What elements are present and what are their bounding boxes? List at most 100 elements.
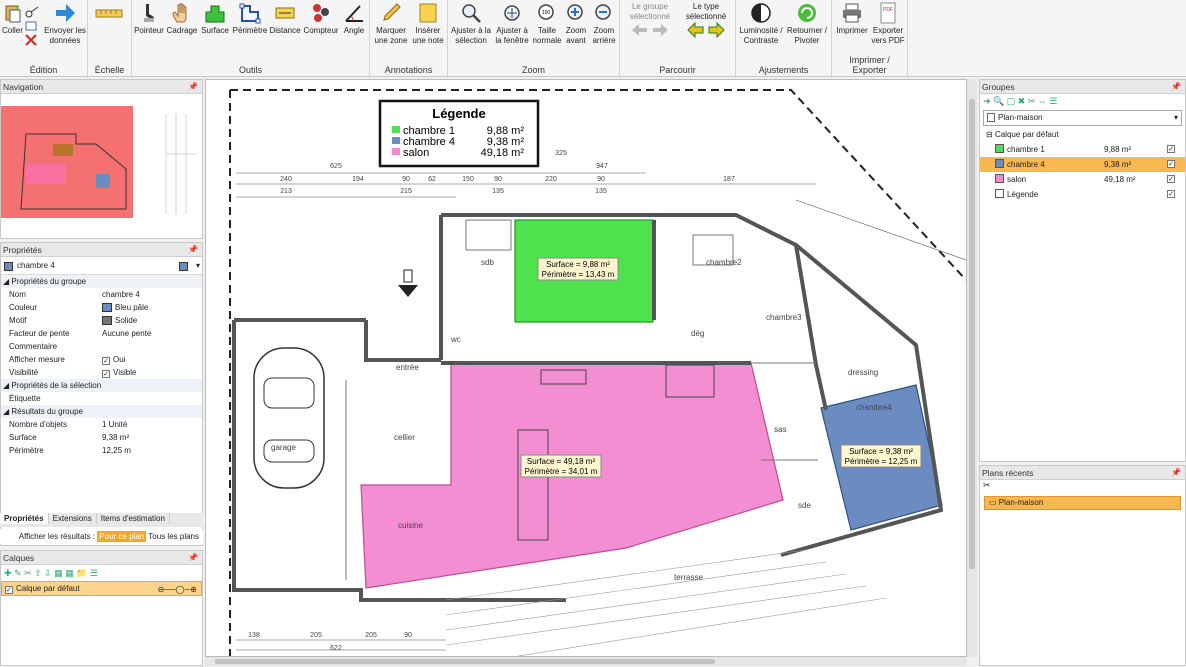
- browse-selected-type[interactable]: Le type sélectionné: [678, 2, 734, 41]
- mark-zone-button[interactable]: Marquer une zone: [372, 2, 410, 46]
- property-row[interactable]: Afficher mesure ✓ Oui: [1, 353, 202, 366]
- yellow-arrows-icon: [687, 21, 725, 39]
- legend-title: Légende: [432, 106, 485, 121]
- plan-canvas[interactable]: Légende chambre 1 9,88 m² chambre 4 9,38…: [205, 79, 967, 657]
- export-pdf-button[interactable]: PDF Exporter vers PDF: [870, 2, 906, 46]
- send-data-button[interactable]: Envoyer les données: [44, 2, 86, 46]
- navigation-thumbnail[interactable]: [1, 94, 202, 238]
- pin-icon[interactable]: 📌: [188, 243, 198, 257]
- pin-icon[interactable]: 📌: [1171, 466, 1181, 480]
- tab-estimation-items[interactable]: Items d'estimation: [97, 513, 170, 524]
- browse-selected-group[interactable]: Le groupe sélectionné: [622, 2, 678, 41]
- zoom-in-icon: [567, 4, 583, 20]
- surface-button[interactable]: Surface: [198, 2, 232, 36]
- property-row[interactable]: Étiquette: [1, 392, 202, 405]
- property-row[interactable]: Motif Solide: [1, 314, 202, 327]
- property-row[interactable]: Visibilité ✓ Visible: [1, 366, 202, 379]
- pan-button[interactable]: Cadrage: [166, 2, 198, 36]
- pin-icon[interactable]: 📌: [188, 551, 198, 565]
- results-this-plan-option[interactable]: Pour ce plan: [97, 531, 147, 542]
- pin-icon[interactable]: 📌: [188, 80, 198, 94]
- zoom-fit-window-icon: [504, 5, 520, 21]
- checkbox[interactable]: ✓: [1167, 160, 1175, 168]
- property-row[interactable]: Commentaire: [1, 340, 202, 353]
- pink-measure-label[interactable]: Surface = 49,18 m² Périmètre = 34,01 m: [520, 454, 602, 478]
- vertical-scrollbar[interactable]: [967, 79, 977, 657]
- scale-button[interactable]: [94, 8, 124, 23]
- checkbox[interactable]: ✓: [5, 586, 13, 594]
- plan-select[interactable]: Plan-maison ▾: [983, 110, 1182, 126]
- selected-object-name: chambre 4: [17, 261, 55, 270]
- blue-surface-text: Surface = 9,38 m²: [849, 447, 913, 456]
- counter-button[interactable]: Compteur: [302, 2, 340, 36]
- cut-copy-delete-tools[interactable]: [22, 6, 42, 49]
- ribbon-group-print-export: Imprimer PDF Exporter vers PDF Imprimer …: [832, 0, 908, 77]
- paste-button[interactable]: Coller: [2, 2, 23, 36]
- recent-plans-title: Plans récents 📌: [980, 466, 1185, 480]
- horizontal-scrollbar[interactable]: [205, 657, 967, 666]
- print-button[interactable]: Imprimer: [834, 2, 870, 36]
- blue-measure-label[interactable]: Surface = 9,38 m² Périmètre = 12,25 m: [840, 444, 922, 468]
- groups-toolbar[interactable]: ➜ 🔍 ▢ ✖ ✂ ⇔ ☰: [980, 94, 1185, 109]
- insert-note-label: Insérer une note: [412, 26, 444, 45]
- group-item[interactable]: Légende ✓: [980, 187, 1185, 202]
- angle-button[interactable]: Angle: [340, 2, 368, 36]
- fit-window-button[interactable]: Ajuster à la fenêtre: [492, 2, 532, 46]
- results-all-plans-option[interactable]: Tous les plans: [148, 532, 199, 541]
- insert-note-button[interactable]: Insérer une note: [410, 2, 446, 46]
- color-swatch[interactable]: [102, 303, 112, 312]
- property-row: Nom chambre 4: [9, 290, 140, 299]
- perimeter-button[interactable]: Périmètre: [232, 2, 268, 36]
- group-item[interactable]: chambre 1 9,88 m² ✓: [980, 142, 1185, 157]
- selected-object-dropdown[interactable]: chambre 4 ▾: [1, 257, 202, 275]
- layer-item[interactable]: ✓ Calque par défaut ⊖──◯─⊕: [1, 581, 202, 596]
- pin-icon[interactable]: 📌: [1171, 80, 1181, 94]
- checkbox[interactable]: ✓: [102, 357, 110, 365]
- floor-plan[interactable]: Légende chambre 1 9,88 m² chambre 4 9,38…: [206, 80, 967, 657]
- navigation-viewport[interactable]: [1, 106, 133, 218]
- flip-rotate-button[interactable]: Retourner / Pivoter: [784, 2, 830, 46]
- ribbon-group-browse: Le groupe sélectionné Le type sélectionn…: [620, 0, 736, 77]
- surface-label: Surface: [201, 26, 229, 35]
- recent-toolbar[interactable]: ✂: [980, 480, 1185, 494]
- perimeter-label: Périmètre: [232, 26, 268, 35]
- brightness-contrast-button[interactable]: Luminosité / Contraste: [738, 2, 784, 46]
- recent-plan-item[interactable]: ▭ Plan-maison: [984, 496, 1181, 510]
- results-scope: Afficher les résultats : Pour ce plan To…: [0, 529, 203, 544]
- chevron-down-icon[interactable]: ▾: [1174, 111, 1178, 125]
- tab-extensions[interactable]: Extensions: [49, 513, 97, 524]
- distance-button[interactable]: Distance: [268, 2, 302, 36]
- group-results-section[interactable]: ◢ Résultats du groupe: [1, 405, 202, 418]
- checkbox[interactable]: ✓: [1167, 190, 1175, 198]
- opacity-slider[interactable]: ⊖──◯─⊕: [158, 583, 197, 596]
- zoom-out-button[interactable]: Zoom arrière: [590, 2, 618, 46]
- zoom-in-button[interactable]: Zoom avant: [562, 2, 590, 46]
- checkbox[interactable]: ✓: [102, 370, 110, 378]
- properties-panel: Propriétés 📌 chambre 4 ▾ ◢ Propriétés du …: [0, 242, 203, 546]
- group-item[interactable]: salon 49,18 m² ✓: [980, 172, 1185, 187]
- selection-properties-section[interactable]: ◢ Propriétés de la sélection: [1, 379, 202, 392]
- checkbox[interactable]: ✓: [1167, 175, 1175, 183]
- group-properties-section[interactable]: ◢ Propriétés du groupe: [1, 275, 202, 288]
- group-tree-root[interactable]: ⊟ Calque par défaut: [980, 127, 1185, 142]
- layers-toolbar[interactable]: ✚ ✎ ✂ ⇧ ⇩ ▦ ▦ 📁 ☰: [1, 565, 202, 581]
- property-row[interactable]: Facteur de pente Aucune pente: [1, 327, 202, 340]
- chevron-down-icon[interactable]: ▾: [196, 257, 200, 275]
- room-label: dressing: [848, 368, 878, 377]
- scrollbar-thumb[interactable]: [969, 99, 975, 569]
- group-name: salon: [1007, 175, 1027, 184]
- green-measure-label[interactable]: Surface = 9,88 m² Périmètre = 13,43 m: [537, 257, 619, 281]
- pointer-button[interactable]: Pointeur: [132, 2, 166, 36]
- legend-swatch: [392, 148, 400, 155]
- scrollbar-thumb[interactable]: [215, 659, 715, 664]
- group-item[interactable]: chambre 4 9,38 m² ✓: [980, 157, 1185, 172]
- pattern-swatch[interactable]: [102, 316, 112, 325]
- checkbox[interactable]: ✓: [1167, 145, 1175, 153]
- normal-size-button[interactable]: 100 Taille normale: [532, 2, 562, 46]
- fit-selection-button[interactable]: Ajuster à la sélection: [450, 2, 492, 46]
- selected-color-swatch-right[interactable]: [179, 262, 188, 271]
- property-row[interactable]: Couleur Bleu pâle: [1, 301, 202, 314]
- plan-legend[interactable]: Légende chambre 1 9,88 m² chambre 4 9,38…: [378, 99, 540, 168]
- pan-label: Cadrage: [166, 26, 198, 35]
- tab-properties[interactable]: Propriétés: [0, 513, 49, 524]
